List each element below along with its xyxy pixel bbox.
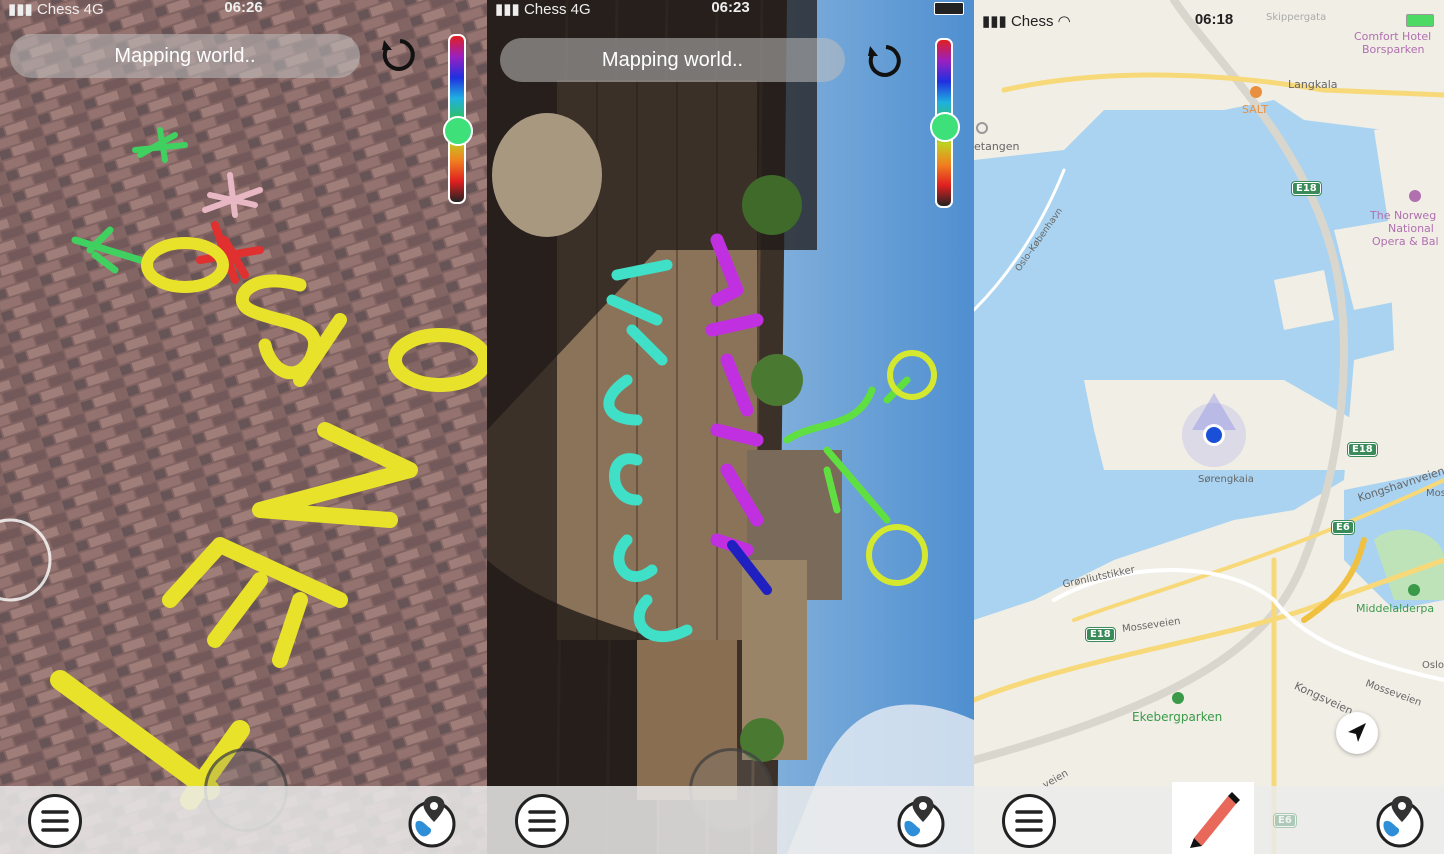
battery-icon: [934, 2, 964, 15]
map-label: Langkala: [1288, 78, 1338, 91]
menu-icon: [41, 810, 69, 832]
route-shield: E18: [1085, 627, 1116, 642]
bottom-toolbar: [0, 786, 487, 854]
map-label: Ekebergparken: [1132, 710, 1223, 724]
mapping-status-text: Mapping world..: [601, 49, 744, 71]
wifi-icon: ◠: [1057, 13, 1071, 30]
status-bar: ▮▮▮ Chess ◠ 06:18: [974, 0, 1444, 30]
color-slider[interactable]: [443, 34, 473, 204]
clock: 06:23: [711, 0, 750, 16]
route-shield: E6: [1331, 520, 1355, 535]
map-label: Mos: [1426, 488, 1444, 499]
camera-view-brick: [0, 0, 487, 854]
mapping-status-banner: Mapping world..: [500, 38, 845, 82]
globe-pin-icon[interactable]: [1372, 792, 1428, 848]
route-shield: E6: [1273, 813, 1297, 828]
menu-icon: [1015, 810, 1043, 832]
status-bar: ▮▮▮ Chess 4G 06:26: [0, 0, 487, 18]
signal-icon: ▮▮▮: [8, 1, 37, 18]
menu-button[interactable]: [1002, 794, 1056, 848]
navigation-arrow-icon: [1348, 723, 1366, 742]
route-shield: E18: [1291, 181, 1322, 196]
mapping-status-text: Mapping world..: [114, 45, 256, 67]
map-label: National: [1388, 222, 1434, 235]
map-label: Opera & Bal: [1372, 235, 1439, 248]
menu-button[interactable]: [28, 794, 82, 848]
map-label: etangen: [974, 140, 1020, 153]
ar-screen-deck: ▮▮▮ Chess 4G 06:23 Mapping world..: [487, 0, 974, 854]
draw-button[interactable]: [1172, 782, 1254, 854]
recenter-button[interactable]: [1336, 712, 1378, 754]
map-label: Borsparken: [1362, 43, 1425, 56]
bottom-toolbar: [487, 786, 974, 854]
route-shield: E18: [1347, 442, 1378, 457]
globe-pin-icon[interactable]: [404, 792, 460, 848]
mapping-status-banner: Mapping world..: [10, 34, 360, 78]
signal-icon: ▮▮▮: [495, 1, 524, 18]
carrier-label: ▮▮▮ Chess 4G: [8, 1, 104, 18]
clock: 06:18: [1194, 11, 1234, 28]
ar-screen-brick: ▮▮▮ Chess 4G 06:26 Mapping world..: [0, 0, 487, 854]
map-label: SALT: [1242, 103, 1269, 116]
clock: 06:26: [224, 0, 263, 16]
color-slider-knob[interactable]: [930, 112, 960, 142]
map-label: Oslo: [1422, 660, 1444, 671]
status-bar: ▮▮▮ Chess 4G 06:23: [487, 0, 974, 18]
camera-view-deck: [487, 0, 974, 854]
map-label: Sørengkaia: [1198, 474, 1254, 485]
menu-button[interactable]: [515, 794, 569, 848]
battery-icon: [1406, 14, 1434, 27]
map-label: The Norweg: [1370, 209, 1437, 222]
map-label: Skippergata: [1266, 12, 1327, 23]
color-slider[interactable]: [930, 38, 960, 208]
carrier-label: ▮▮▮ Chess ◠: [982, 13, 1071, 30]
color-slider-knob[interactable]: [443, 116, 473, 146]
globe-pin-icon[interactable]: [893, 792, 949, 848]
map-label: Comfort Hotel: [1354, 30, 1432, 43]
map-label: Middelalderpa: [1356, 602, 1435, 615]
undo-icon[interactable]: [862, 38, 908, 84]
menu-icon: [528, 810, 556, 832]
pencil-icon: [1190, 792, 1240, 848]
signal-icon: ▮▮▮: [982, 13, 1011, 30]
undo-icon[interactable]: [376, 32, 422, 78]
map-screen: ▮▮▮ Chess ◠ 06:18 Skippergata Comfort Ho…: [974, 0, 1444, 854]
carrier-label: ▮▮▮ Chess 4G: [495, 1, 591, 18]
